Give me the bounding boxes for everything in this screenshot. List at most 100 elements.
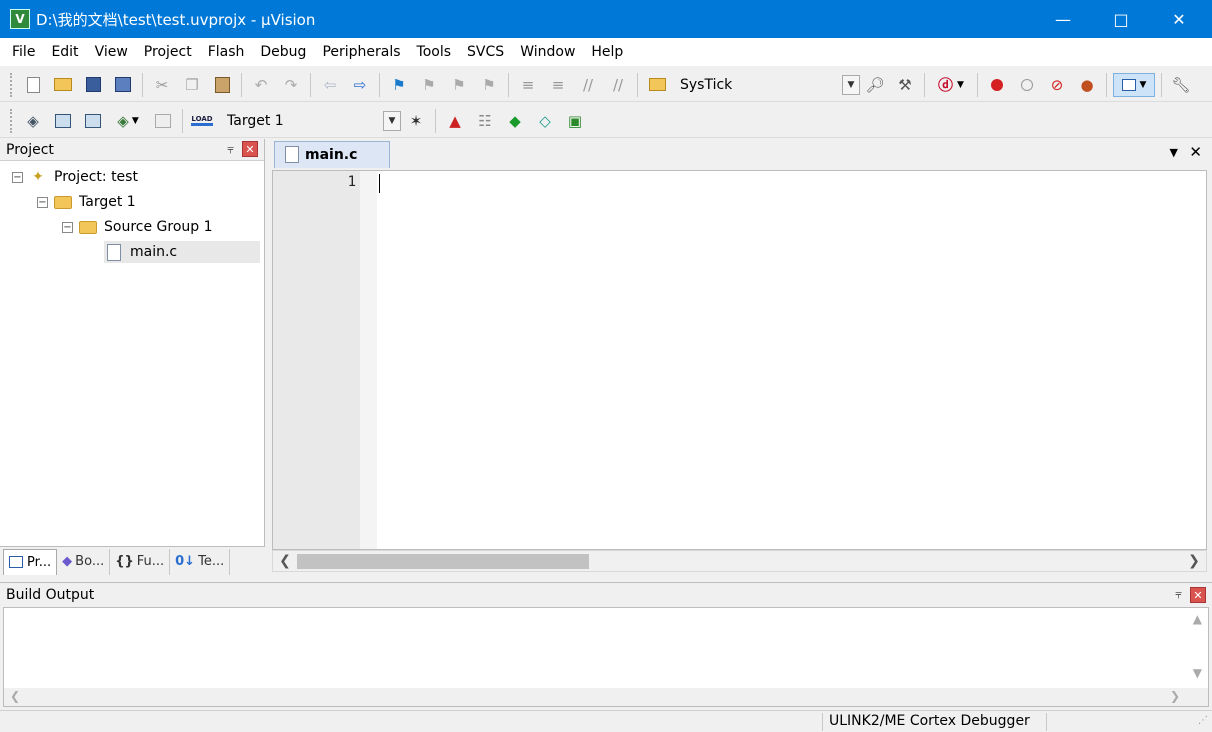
- tab-functions[interactable]: {} Fu...: [110, 548, 171, 575]
- build-horizontal-scrollbar[interactable]: ❮ ❯: [4, 688, 1208, 706]
- new-file-button[interactable]: [20, 73, 46, 97]
- collapse-icon[interactable]: −: [12, 171, 23, 183]
- scroll-right-icon[interactable]: ❯: [1170, 689, 1180, 703]
- collapse-icon[interactable]: −: [62, 221, 73, 233]
- select-software-packs-button[interactable]: ◇: [532, 109, 558, 133]
- tree-file-main[interactable]: main.c: [104, 241, 260, 263]
- menu-window[interactable]: Window: [512, 44, 583, 60]
- close-button[interactable]: ✕: [1150, 0, 1208, 38]
- target-select[interactable]: Target 1 ▼: [223, 110, 401, 132]
- close-document-icon[interactable]: ✕: [1189, 143, 1202, 161]
- chevron-down-icon[interactable]: ▼: [383, 110, 401, 131]
- cut-button[interactable]: ✂: [149, 73, 175, 97]
- project-icon: ✦: [32, 169, 44, 185]
- build-output-area[interactable]: ▲ ▼ ❮ ❯: [3, 607, 1209, 707]
- scroll-left-icon[interactable]: ❮: [277, 553, 293, 569]
- editor-horizontal-scrollbar[interactable]: ❮ ❯: [272, 550, 1207, 572]
- pack-installer-button[interactable]: ▣: [562, 109, 588, 133]
- bookmark-prev-button[interactable]: ⚑: [416, 73, 442, 97]
- target-options-button[interactable]: ✶: [403, 109, 429, 133]
- scrollbar-thumb[interactable]: [297, 554, 589, 569]
- find-combo[interactable]: SysTick ▼: [676, 74, 860, 96]
- tree-target[interactable]: − Target 1: [37, 191, 136, 213]
- download-button[interactable]: LOAD: [189, 109, 215, 133]
- disable-all-breakpoints-button[interactable]: ⊘: [1044, 73, 1070, 97]
- navigate-back-button[interactable]: ⇦: [317, 73, 343, 97]
- bookmark-clear-button[interactable]: ⚑: [476, 73, 502, 97]
- find-in-files-button[interactable]: [644, 73, 670, 97]
- unindent-button[interactable]: ≡: [545, 73, 571, 97]
- save-all-button[interactable]: [110, 73, 136, 97]
- tab-main-c[interactable]: main.c: [274, 141, 390, 168]
- toolbar-separator: [241, 72, 242, 97]
- tab-list-dropdown-icon[interactable]: ▼: [1170, 146, 1178, 159]
- menu-edit[interactable]: Edit: [43, 44, 86, 60]
- uncomment-button[interactable]: //: [605, 73, 631, 97]
- copy-button[interactable]: ❐: [179, 73, 205, 97]
- menu-flash[interactable]: Flash: [200, 44, 253, 60]
- project-panel-header: Project ⫧ ✕: [0, 139, 264, 161]
- scroll-left-icon[interactable]: ❮: [10, 689, 20, 703]
- navigate-forward-button[interactable]: ⇨: [347, 73, 373, 97]
- menu-project[interactable]: Project: [136, 44, 200, 60]
- pin-icon[interactable]: ⫧: [227, 142, 234, 157]
- collapse-icon[interactable]: −: [37, 196, 48, 208]
- bookmark-next-button[interactable]: ⚑: [446, 73, 472, 97]
- menu-view[interactable]: View: [87, 44, 136, 60]
- tree-project-root[interactable]: − ✦ Project: test: [12, 166, 138, 188]
- tree-project-label: Project: test: [54, 169, 138, 185]
- toolbar-grip[interactable]: [10, 72, 14, 97]
- scroll-down-icon[interactable]: ▼: [1193, 666, 1202, 680]
- enable-breakpoint-button[interactable]: [1014, 73, 1040, 97]
- tab-templates[interactable]: 0↓ Te...: [170, 548, 231, 575]
- pin-icon[interactable]: ⫧: [1175, 587, 1182, 602]
- project-panel: Project ⫧ ✕ − ✦ Project: test − Target 1…: [0, 139, 265, 576]
- bookmark-toggle-button[interactable]: ⚑: [386, 73, 412, 97]
- menu-tools[interactable]: Tools: [409, 44, 460, 60]
- scroll-up-icon[interactable]: ▲: [1193, 612, 1202, 626]
- build-button[interactable]: [50, 109, 76, 133]
- close-panel-button[interactable]: ✕: [1190, 587, 1206, 603]
- undo-button[interactable]: ↶: [248, 73, 274, 97]
- c-file-icon: [285, 146, 299, 163]
- stop-build-button[interactable]: [150, 109, 176, 133]
- menu-file[interactable]: File: [4, 44, 43, 60]
- save-button[interactable]: [80, 73, 106, 97]
- resize-grip-icon[interactable]: ⋰: [1198, 715, 1208, 726]
- kill-all-breakpoints-button[interactable]: ●: [1074, 73, 1100, 97]
- insert-breakpoint-button[interactable]: [984, 73, 1010, 97]
- debug-session-button[interactable]: ⓓ ▼: [931, 73, 971, 97]
- indent-button[interactable]: ≡: [515, 73, 541, 97]
- code-editor[interactable]: 1: [272, 170, 1207, 550]
- manage-project-items-button[interactable]: ▲: [442, 109, 468, 133]
- redo-button[interactable]: ↷: [278, 73, 304, 97]
- batch-build-button[interactable]: ◈ ▼: [110, 109, 146, 133]
- menu-svcs[interactable]: SVCS: [459, 44, 512, 60]
- rebuild-button[interactable]: [80, 109, 106, 133]
- menu-help[interactable]: Help: [583, 44, 631, 60]
- close-panel-button[interactable]: ✕: [242, 141, 258, 157]
- comment-button[interactable]: //: [575, 73, 601, 97]
- minimize-button[interactable]: —: [1034, 0, 1092, 38]
- configure-button[interactable]: 🔧︎: [1168, 73, 1194, 97]
- manage-multi-project-button[interactable]: ☷: [472, 109, 498, 133]
- find-button[interactable]: 🔎︎: [862, 73, 888, 97]
- batch-build-icon: ◈: [117, 111, 129, 130]
- paste-button[interactable]: [209, 73, 235, 97]
- tab-project[interactable]: Pr...: [3, 548, 58, 575]
- bookmark-flag-icon: ⚑: [392, 75, 406, 94]
- manage-run-time-env-button[interactable]: ◆: [502, 109, 528, 133]
- line-number: 1: [347, 174, 356, 190]
- maximize-button[interactable]: □: [1092, 0, 1150, 38]
- incremental-find-button[interactable]: ⚒: [892, 73, 918, 97]
- window-layout-button[interactable]: ▼: [1113, 72, 1155, 97]
- tab-books[interactable]: ◆ Bo...: [57, 548, 111, 575]
- scroll-right-icon[interactable]: ❯: [1186, 553, 1202, 569]
- menu-debug[interactable]: Debug: [252, 44, 314, 60]
- open-file-button[interactable]: [50, 73, 76, 97]
- tree-source-group[interactable]: − Source Group 1: [62, 216, 213, 238]
- toolbar-grip[interactable]: [10, 108, 14, 133]
- chevron-down-icon[interactable]: ▼: [842, 74, 860, 95]
- menu-peripherals[interactable]: Peripherals: [314, 44, 408, 60]
- translate-button[interactable]: ◈: [20, 109, 46, 133]
